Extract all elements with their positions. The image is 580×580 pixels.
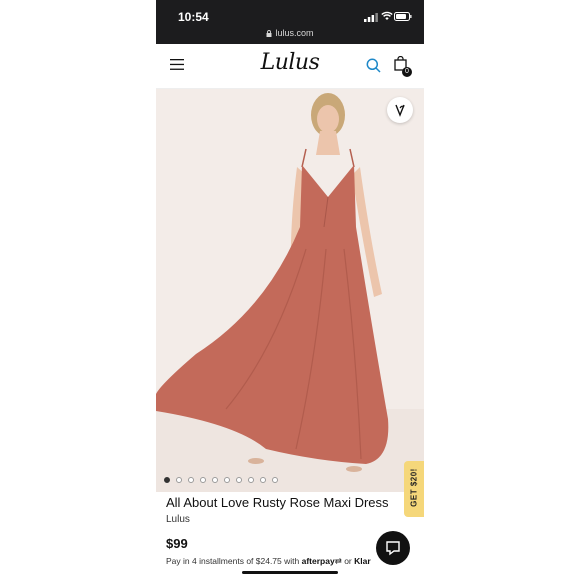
cart-count-badge: 0 bbox=[402, 67, 412, 77]
chat-button[interactable] bbox=[376, 531, 410, 565]
status-bar: 10:54 lulus.com bbox=[156, 0, 424, 44]
afterpay-icon: ⇄ bbox=[334, 556, 342, 566]
carousel-dot[interactable] bbox=[248, 477, 254, 483]
carousel-dot[interactable] bbox=[260, 477, 266, 483]
lulus-logo[interactable]: Lulus bbox=[156, 50, 424, 75]
klarna-logo[interactable]: Klar bbox=[354, 556, 371, 566]
phone-screen: 10:54 lulus.com Lulus 0 All About Love R… bbox=[156, 0, 424, 580]
site-header: Lulus 0 bbox=[156, 44, 424, 89]
signal-icon bbox=[364, 13, 378, 22]
lock-icon bbox=[266, 30, 272, 38]
status-time: 10:54 bbox=[178, 10, 209, 24]
product-brand[interactable]: Lulus bbox=[166, 514, 190, 525]
url-text: lulus.com bbox=[275, 28, 314, 38]
dress-photo bbox=[156, 89, 424, 492]
carousel-dot[interactable] bbox=[176, 477, 182, 483]
carousel-dot[interactable] bbox=[164, 477, 170, 483]
chat-icon bbox=[386, 541, 400, 556]
afterpay-logo[interactable]: afterpay bbox=[302, 556, 335, 566]
carousel-dots bbox=[164, 477, 284, 483]
battery-icon bbox=[394, 12, 412, 21]
carousel-dot[interactable] bbox=[188, 477, 194, 483]
get-20-promo-tab[interactable]: GET $20! bbox=[404, 461, 424, 517]
url-bar[interactable]: lulus.com bbox=[156, 28, 424, 38]
wishlist-button[interactable] bbox=[387, 97, 413, 123]
product-title: All About Love Rusty Rose Maxi Dress bbox=[166, 495, 389, 510]
heart-v-icon bbox=[395, 104, 405, 117]
get-20-label: GET $20! bbox=[409, 468, 419, 507]
search-icon[interactable] bbox=[366, 58, 381, 73]
wifi-icon bbox=[381, 11, 393, 20]
carousel-dot[interactable] bbox=[272, 477, 278, 483]
product-image[interactable] bbox=[156, 89, 424, 492]
carousel-dot[interactable] bbox=[200, 477, 206, 483]
product-price: $99 bbox=[166, 536, 188, 551]
or-text: or bbox=[344, 556, 352, 566]
carousel-dot[interactable] bbox=[212, 477, 218, 483]
installments-text: Pay in 4 installments of $24.75 with aft… bbox=[166, 556, 371, 567]
home-indicator bbox=[242, 571, 338, 574]
carousel-dot[interactable] bbox=[224, 477, 230, 483]
carousel-dot[interactable] bbox=[236, 477, 242, 483]
installments-prefix: Pay in 4 installments of $24.75 with bbox=[166, 556, 300, 566]
